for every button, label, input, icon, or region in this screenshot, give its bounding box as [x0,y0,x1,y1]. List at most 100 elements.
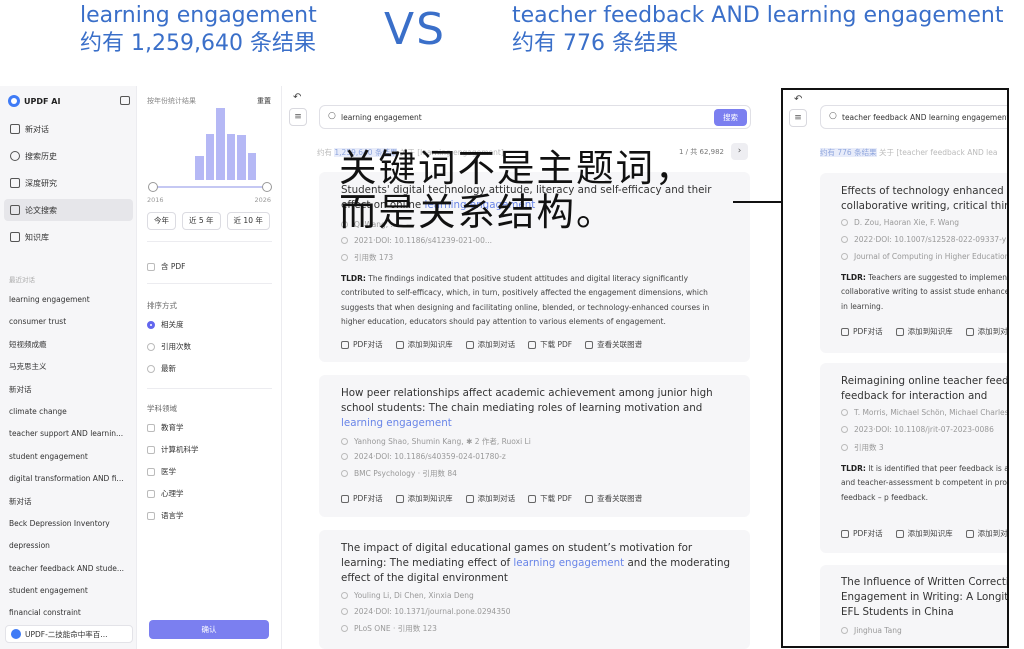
authors-text: D. Zou, Haoran Xie, F. Wang [854,218,959,227]
result-card[interactable]: Reimagining online teacher feedback peer… [820,363,1007,553]
recent-item[interactable]: 短视频成瘾 [9,334,133,356]
add-to-chat-button[interactable]: 添加到对话 [965,326,1007,337]
clock-icon [841,426,848,433]
journal-icon [841,253,848,260]
recent-item[interactable]: 新对话 [9,491,133,513]
divider [147,283,272,284]
sort-option-relevance[interactable]: 相关度 [147,319,184,330]
recent-item[interactable]: depression [9,535,133,557]
sidebar-item-label: 新对话 [25,124,49,134]
sidebar-item-search-history[interactable]: 搜索历史 [4,145,133,167]
result-card[interactable]: The impact of digital educational games … [319,530,750,649]
field-option-label: 心理学 [161,489,184,498]
add-to-chat-button[interactable]: 添加到对话 [465,493,515,504]
field-option[interactable]: 计算机科学 [147,444,199,455]
back-arrow-icon[interactable]: ↶ [794,94,802,105]
paper-title[interactable]: Effects of technology enhanced peer, col… [841,184,1007,214]
card-actions: PDF对话 添加到知识库 添加到对话 [841,326,1007,337]
paper-doi: 2024·DOI: 10.1186/s40359-024-01780-z [341,452,506,461]
download-pdf-button[interactable]: 下载 PDF [528,339,572,350]
field-option[interactable]: 医学 [147,466,176,477]
add-to-library-button[interactable]: 添加到知识库 [395,339,453,350]
pdf-chat-button[interactable]: PDF对话 [841,326,883,337]
download-pdf-button[interactable]: 下载 PDF [528,493,572,504]
result-card[interactable]: How peer relationships affect academic a… [319,375,750,517]
search-bar: ○ teacher feedback AND learning engageme… [820,105,1007,129]
download-icon [528,340,537,349]
result-card[interactable]: The Influence of Written Corrective Enga… [820,565,1007,646]
paper-title[interactable]: The Influence of Written Corrective Enga… [841,575,1007,620]
sort-option-label: 最新 [161,364,176,373]
recent-item[interactable]: digital transformation AND fi... [9,468,133,490]
pdf-chat-button[interactable]: PDF对话 [841,528,883,539]
next-page-button[interactable]: › [731,143,748,160]
search-input[interactable]: learning engagement [341,113,422,122]
recent-item[interactable]: learning engagement [9,289,133,311]
vs-label: VS [384,4,447,55]
field-option[interactable]: 教育学 [147,422,184,433]
add-to-chat-button[interactable]: 添加到对话 [965,528,1007,539]
recent-item[interactable]: consumer trust [9,311,133,333]
divider [147,388,272,389]
action-label: PDF对话 [853,327,883,336]
sort-option-citations[interactable]: 引用次数 [147,341,191,352]
add-to-library-button[interactable]: 添加到知识库 [395,493,453,504]
paper-title[interactable]: The impact of digital educational games … [341,541,731,586]
search-bar: ○ learning engagement 搜索 [319,105,751,129]
add-to-chat-button[interactable]: 添加到对话 [465,339,515,350]
paper-tldr: TLDR: It is identified that peer feedbac… [841,462,1007,505]
source-text: 引用数 173 [354,253,394,262]
filter-settings-icon[interactable]: ≡ [789,109,807,127]
pdf-checkbox[interactable]: 含 PDF [147,261,186,272]
title-keyword: learning engagement [341,417,452,429]
recent-item[interactable]: financial constraint [9,602,133,624]
action-label: 查看关联图谱 [597,340,643,349]
back-arrow-icon[interactable]: ↶ [293,92,301,103]
pdf-chat-button[interactable]: PDF对话 [341,339,383,350]
recent-item[interactable]: 新对话 [9,379,133,401]
recent-item[interactable]: Beck Depression Inventory [9,513,133,535]
view-graph-button[interactable]: 查看关联图谱 [585,339,642,350]
sidebar-item-deep-research[interactable]: 深度研究 [4,172,133,194]
add-to-library-button[interactable]: 添加到知识库 [895,326,953,337]
new-chat-icon [10,124,20,134]
filter-settings-icon[interactable]: ≡ [289,108,307,126]
recent-item[interactable]: student engagement [9,580,133,602]
view-graph-button[interactable]: 查看关联图谱 [585,493,642,504]
this-year-button[interactable]: 今年 [147,212,176,230]
confirm-button[interactable]: 确认 [149,620,269,639]
last-10-years-button[interactable]: 近 10 年 [226,212,270,230]
field-option[interactable]: 语言学 [147,510,184,521]
tldr-text: Teachers are suggested to implement assi… [841,273,1009,311]
result-card[interactable]: Effects of technology enhanced peer, col… [820,173,1009,353]
search-input[interactable]: teacher feedback AND learning engagement [842,113,1007,122]
field-option[interactable]: 心理学 [147,488,184,499]
sort-option-newest[interactable]: 最新 [147,363,176,374]
recent-item[interactable]: teacher support AND learnin... [9,423,133,445]
reset-button[interactable]: 重置 [257,96,271,106]
pdf-chat-icon [341,340,349,349]
pdf-chat-button[interactable]: PDF对话 [341,493,383,504]
sidebar-item-new-chat[interactable]: 新对话 [4,118,133,140]
folder-icon [965,529,974,538]
recent-item[interactable]: student engagement [9,446,133,468]
search-button[interactable]: 搜索 [714,109,747,126]
recent-item[interactable]: 马克思主义 [9,356,133,378]
paper-title[interactable]: How peer relationships affect academic a… [341,386,731,431]
tldr-label: TLDR: [841,464,866,473]
last-5-years-button[interactable]: 近 5 年 [182,212,221,230]
doi-text: 2024·DOI: 10.1371/journal.pone.0294350 [354,607,511,616]
paper-source: Journal of Computing in Higher Education [841,252,1007,261]
workspace-switcher[interactable]: UPDF-二技能命中率百... [5,625,133,643]
sidebar-item-paper-search[interactable]: 论文搜索 [4,199,133,221]
collapse-sidebar-icon[interactable] [120,96,130,105]
recent-item[interactable]: teacher feedback AND stude... [9,558,133,580]
year-range-slider[interactable] [148,182,272,192]
recent-item[interactable]: climate change [9,401,133,423]
paper-title[interactable]: Reimagining online teacher feedback peer… [841,374,1007,404]
sidebar-item-knowledge-base[interactable]: 知识库 [4,226,133,248]
add-to-library-button[interactable]: 添加到知识库 [895,528,953,539]
filter-panel: 按年份统计结果 重置 2016 2026 今年 近 5 年 近 10 年 含 P… [138,86,282,649]
action-label: 添加到知识库 [907,327,953,336]
paper-source: 引用数 3 [841,442,884,453]
